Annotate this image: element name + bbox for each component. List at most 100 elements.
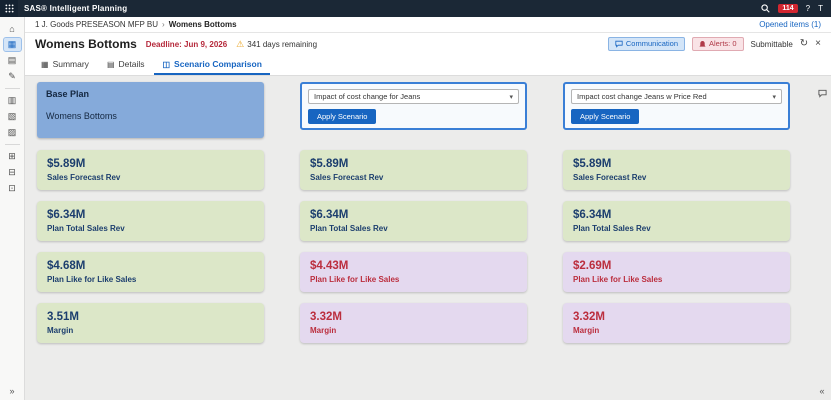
metric-card: $5.89M Sales Forecast Rev [300, 150, 527, 190]
metric-label: Plan Like for Like Sales [310, 275, 400, 284]
app-launcher-icon[interactable] [0, 0, 18, 17]
home-icon: ⌂ [9, 23, 15, 34]
communication-button[interactable]: Communication [607, 37, 685, 51]
metric-label: Plan Total Sales Rev [573, 224, 651, 233]
warning-icon: ⚠ [236, 38, 245, 49]
edit-icon: ✎ [8, 71, 16, 81]
breadcrumb-separator: › [162, 20, 165, 29]
scenario-comparison-panel: Base Plan Womens Bottoms $5.89M Sales Fo… [25, 76, 831, 400]
metric-card: $5.89M Sales Forecast Rev [563, 150, 790, 190]
refresh-icon[interactable]: ↻ [800, 39, 808, 49]
tab-scenario-comparison[interactable]: ◫ Scenario Comparison [154, 54, 270, 75]
left-sidebar: ⌂ ▦ ▤ ✎ ▥ ▧ ▨ ⊞ ⊟ ⊡ » [0, 17, 25, 400]
alerts-button[interactable]: Alerts: 0 [692, 37, 744, 51]
tab-scenario-comparison-label: Scenario Comparison [174, 59, 262, 69]
metric-value: $6.34M [573, 209, 612, 221]
user-avatar[interactable]: T [818, 4, 823, 13]
documents-icon: ▥ [7, 95, 17, 105]
metric-value: $4.68M [47, 260, 86, 272]
tab-details[interactable]: ▤ Details [99, 54, 153, 75]
metric-card: $6.34M Plan Total Sales Rev [563, 201, 790, 241]
metric-label: Margin [573, 326, 600, 335]
metric-value: $5.89M [47, 158, 86, 170]
tab-details-label: Details [118, 59, 145, 69]
metric-label: Sales Forecast Rev [573, 173, 647, 182]
apply-scenario-button[interactable]: Apply Scenario [571, 109, 640, 124]
tags-icon: ⊡ [8, 183, 16, 193]
metric-label: Plan Total Sales Rev [310, 224, 388, 233]
sidebar-item-home[interactable]: ⌂ [4, 22, 21, 35]
days-remaining: ⚠ 341 days remaining [236, 38, 318, 49]
plans-icon: ▦ [7, 39, 17, 49]
scenario-column-1: Impact of cost change for Jeans ▾ Apply … [300, 82, 527, 400]
submittable-status: Submittable [750, 39, 793, 49]
metric-card: $4.68M Plan Like for Like Sales [37, 252, 264, 292]
scenario-select[interactable]: Impact cost change Jeans w Price Red ▾ [571, 89, 782, 104]
metric-card: $2.69M Plan Like for Like Sales [563, 252, 790, 292]
sidebar-item-edit[interactable]: ✎ [4, 70, 21, 83]
worksheets-icon: ▤ [7, 55, 17, 65]
rail-collapse-button[interactable]: « [819, 386, 824, 396]
metric-card: $4.43M Plan Like for Like Sales [300, 252, 527, 292]
metric-value: $2.69M [573, 260, 612, 272]
comments-panel-icon[interactable] [817, 85, 827, 103]
details-tab-icon: ▤ [106, 59, 115, 69]
opened-items-link[interactable]: Opened items (1) [759, 20, 821, 29]
base-plan-card: Base Plan Womens Bottoms [37, 82, 264, 138]
sidebar-item-folders[interactable]: ⊞ [4, 150, 21, 163]
metric-value: $5.89M [310, 158, 349, 170]
metric-card: $6.34M Plan Total Sales Rev [300, 201, 527, 241]
help-icon[interactable]: ? [806, 4, 810, 13]
sidebar-item-charts[interactable]: ▧ [4, 110, 21, 123]
apply-scenario-button[interactable]: Apply Scenario [308, 109, 377, 124]
base-plan-title: Base Plan [46, 89, 90, 99]
metric-label: Margin [310, 326, 337, 335]
chevron-down-icon: ▾ [509, 93, 513, 101]
sidebar-item-documents[interactable]: ▥ [4, 94, 21, 107]
base-plan-subtitle: Womens Bottoms [46, 111, 117, 121]
scenario-column-2: Impact cost change Jeans w Price Red ▾ A… [563, 82, 790, 400]
metric-value: 3.32M [310, 311, 342, 323]
sidebar-item-reports[interactable]: ⊟ [4, 166, 21, 179]
metric-card: $6.34M Plan Total Sales Rev [37, 201, 264, 241]
base-plan-column: Base Plan Womens Bottoms $5.89M Sales Fo… [37, 82, 264, 400]
breadcrumb-current: Womens Bottoms [168, 20, 237, 29]
metric-label: Sales Forecast Rev [310, 173, 384, 182]
tab-summary[interactable]: ▦ Summary [33, 54, 97, 75]
metric-value: $5.89M [573, 158, 612, 170]
search-icon[interactable] [761, 0, 771, 18]
metric-value: 3.32M [573, 311, 605, 323]
scenario-selector-box: Impact cost change Jeans w Price Red ▾ A… [563, 82, 790, 130]
metric-label: Margin [47, 326, 74, 335]
sidebar-item-tasks[interactable]: ▨ [4, 126, 21, 139]
breadcrumb-root[interactable]: 1 J. Goods PRESEASON MFP BU [35, 20, 158, 29]
metric-value: $6.34M [310, 209, 349, 221]
metric-label: Plan Total Sales Rev [47, 224, 125, 233]
summary-tab-icon: ▦ [41, 59, 49, 69]
metric-value: 3.51M [47, 311, 79, 323]
comment-icon [615, 40, 623, 48]
metric-card: 3.32M Margin [300, 303, 527, 343]
breadcrumb: 1 J. Goods PRESEASON MFP BU › Womens Bot… [35, 20, 237, 29]
metric-label: Plan Like for Like Sales [573, 275, 663, 284]
tab-bar: ▦ Summary ▤ Details ◫ Scenario Compariso… [25, 54, 831, 76]
sidebar-item-worksheets[interactable]: ▤ [4, 54, 21, 67]
close-icon[interactable]: × [815, 39, 821, 49]
notification-badge[interactable]: 114 [778, 4, 798, 13]
metric-card: 3.51M Margin [37, 303, 264, 343]
days-remaining-label: 341 days remaining [247, 39, 318, 49]
alert-bell-icon [699, 40, 706, 47]
grid-dots-icon [4, 4, 14, 13]
sidebar-item-plans[interactable]: ▦ [2, 37, 22, 52]
metric-value: $4.43M [310, 260, 349, 272]
app-title: SAS® Intelligent Planning [24, 4, 128, 13]
scenario-select-value: Impact of cost change for Jeans [314, 92, 421, 101]
sidebar-item-tags[interactable]: ⊡ [4, 182, 21, 195]
main-area: 1 J. Goods PRESEASON MFP BU › Womens Bot… [25, 17, 831, 400]
charts-icon: ▧ [7, 111, 17, 121]
folders-icon: ⊞ [8, 151, 16, 161]
sidebar-expand-button[interactable]: » [9, 386, 14, 396]
chevron-down-icon: ▾ [772, 93, 776, 101]
scenario-select[interactable]: Impact of cost change for Jeans ▾ [308, 89, 519, 104]
metric-value: $6.34M [47, 209, 86, 221]
